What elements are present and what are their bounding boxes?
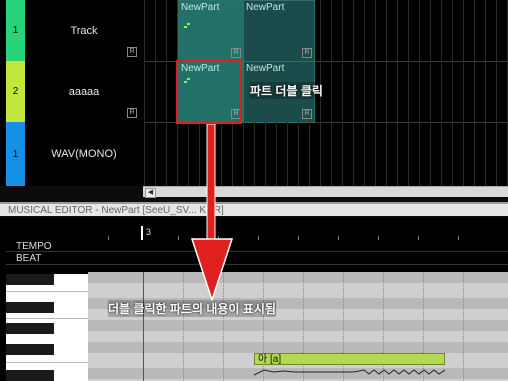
track-number-1: 1: [6, 0, 25, 61]
track-header-2[interactable]: aaaaa R: [25, 61, 143, 123]
track-row-1[interactable]: 1 Track R NewPart R NewPart R: [0, 0, 508, 62]
part-label: NewPart: [181, 2, 220, 13]
pitch-curve: [254, 369, 445, 376]
record-icon: R: [231, 48, 241, 58]
part-label: NewPart: [246, 2, 285, 13]
measure-number: 3: [146, 227, 152, 237]
track-lane-1[interactable]: NewPart R NewPart R: [144, 0, 508, 62]
measure-marker: [141, 226, 143, 240]
record-icon: R: [302, 109, 312, 119]
part-block[interactable]: NewPart R: [243, 0, 315, 62]
beat-track[interactable]: BEAT: [6, 252, 508, 265]
track-row-3[interactable]: 1 WAV(MONO): [0, 122, 508, 186]
arrow-down-icon: [190, 124, 234, 303]
callout-shown-content: 더블 클릭한 파트의 내용이 표시됨: [108, 300, 276, 317]
track-number-2: 2: [6, 61, 25, 122]
record-icon[interactable]: R: [127, 47, 137, 57]
record-icon[interactable]: R: [127, 108, 137, 118]
scroll-left-icon[interactable]: ◀: [145, 188, 156, 198]
time-ruler[interactable]: 3: [88, 218, 508, 240]
tempo-label: TEMPO: [16, 241, 52, 252]
track-name: Track: [70, 24, 98, 37]
callout-double-click: 파트 더블 클릭: [250, 82, 323, 99]
tempo-track[interactable]: TEMPO: [6, 240, 508, 252]
part-label: NewPart: [246, 63, 285, 74]
piano-keyboard[interactable]: [6, 274, 88, 381]
track-header-1[interactable]: Track R: [25, 0, 143, 62]
track-name: aaaaa: [68, 85, 100, 98]
note-indicator: [184, 26, 187, 28]
lyric-note[interactable]: 아 [a]: [254, 353, 445, 365]
beat-label: BEAT: [16, 253, 42, 264]
note-indicator: [187, 23, 190, 25]
selection-highlight: [176, 60, 242, 124]
track-name: WAV(MONO): [51, 148, 117, 160]
record-icon: R: [302, 48, 312, 58]
track-header-3[interactable]: WAV(MONO): [25, 122, 143, 186]
part-block[interactable]: NewPart R: [178, 0, 244, 62]
editor-title: MUSICAL EDITOR - NewPart [SeeU_SV... KOR…: [0, 202, 508, 216]
track-number-3: 1: [6, 122, 25, 186]
